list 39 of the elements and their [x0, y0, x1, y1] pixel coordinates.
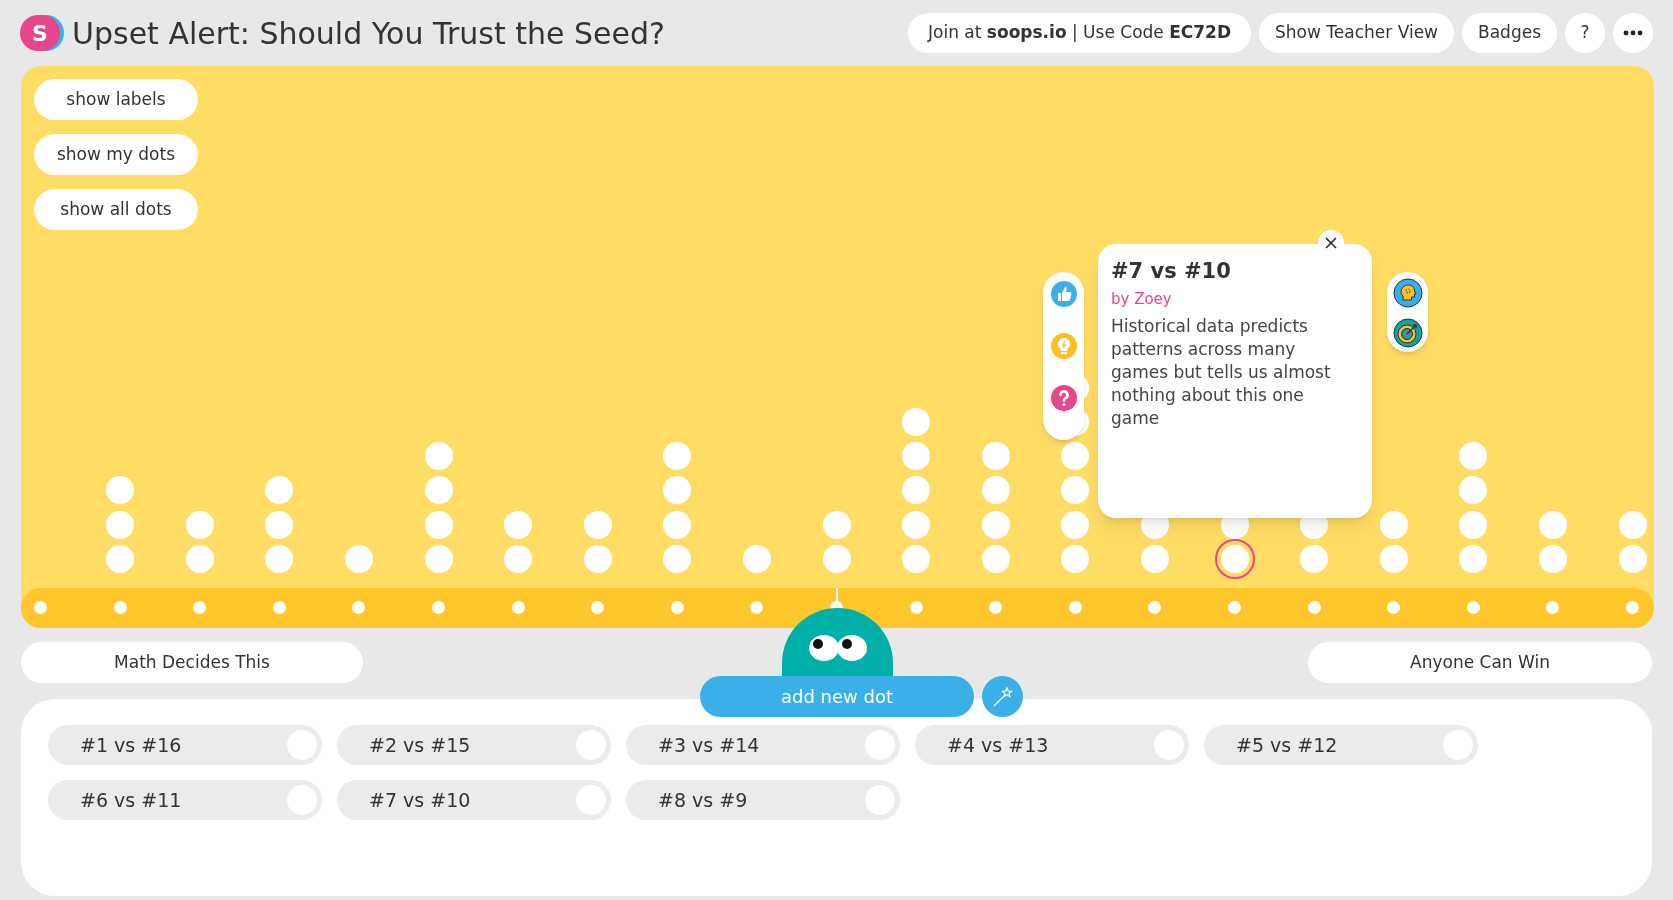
more-icon [1623, 30, 1643, 36]
matchup-chip[interactable]: #8 vs #9 [626, 780, 900, 820]
matchup-label: #7 vs #10 [369, 787, 471, 813]
matchup-label: #8 vs #9 [658, 787, 748, 813]
matchup-chip[interactable]: #1 vs #16 [48, 725, 322, 765]
toggle-button[interactable]: show my dots [34, 134, 198, 175]
page-title: Upset Alert: Should You Trust the Seed? [72, 14, 665, 53]
card-title: #7 vs #10 [1111, 258, 1232, 285]
matchup-label: #2 vs #15 [369, 732, 471, 758]
matchup-chip[interactable]: #4 vs #13 [915, 725, 1189, 765]
header-button[interactable]: Show Teacher View [1259, 13, 1454, 53]
matchup-chip[interactable]: #3 vs #14 [626, 725, 900, 765]
target-icon[interactable] [1392, 318, 1423, 348]
matchup-label: #6 vs #11 [80, 787, 182, 813]
matchup-label: #1 vs #16 [80, 732, 182, 758]
scale-label: Anyone Can Win [1308, 642, 1652, 683]
card-text: Historical data predicts patterns across many games but tells us almost nothing about this one game [1111, 315, 1332, 430]
matchup-chip[interactable]: #2 vs #15 [337, 725, 611, 765]
question-icon[interactable] [1049, 384, 1078, 412]
card-author: by Zoey [1111, 288, 1173, 310]
matchup-chip[interactable]: #6 vs #11 [48, 780, 322, 820]
head-icon[interactable] [1392, 278, 1423, 308]
magic-wand-icon [991, 685, 1014, 708]
matchup-chip[interactable]: #5 vs #12 [1204, 725, 1478, 765]
header-button[interactable]: ? [1565, 13, 1605, 53]
matchup-label: #4 vs #13 [947, 732, 1049, 758]
logo: S [20, 15, 60, 51]
matchup-chip[interactable]: #7 vs #10 [337, 780, 611, 820]
more-menu-button[interactable] [1613, 13, 1653, 53]
thumbs-up-icon[interactable] [1049, 280, 1078, 308]
matchup-label: #5 vs #12 [1236, 732, 1338, 758]
join-code-button[interactable]: Join at soops.io | Use Code EC72D [908, 13, 1252, 53]
scale-label: Math Decides This [21, 642, 363, 683]
lightbulb-icon[interactable] [1049, 332, 1078, 360]
close-icon [1325, 237, 1337, 249]
header-button[interactable]: Badges [1462, 13, 1557, 53]
toggle-button[interactable]: show labels [34, 79, 198, 120]
matchup-label: #3 vs #14 [658, 732, 760, 758]
toggle-button[interactable]: show all dots [34, 189, 198, 230]
